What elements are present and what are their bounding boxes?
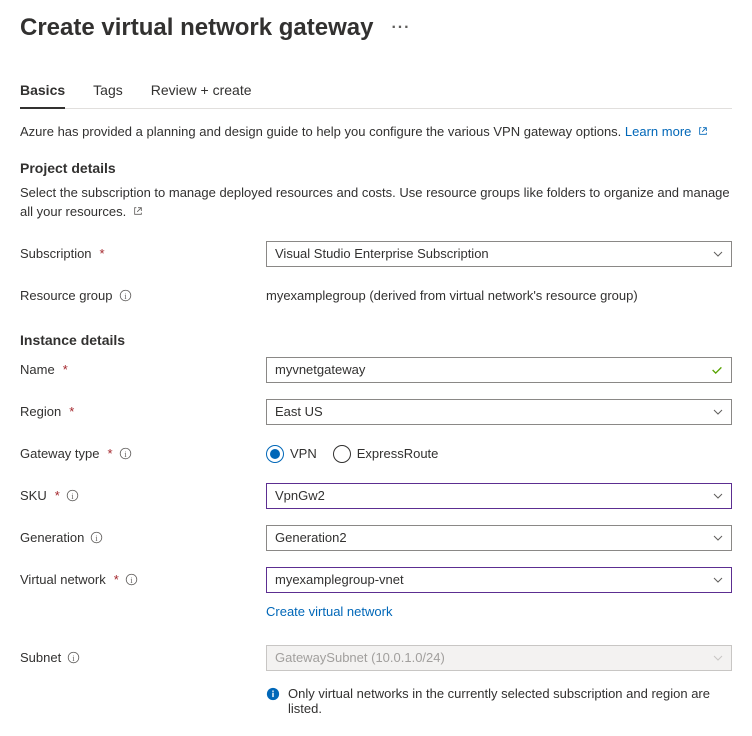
svg-text:i: i — [124, 292, 127, 301]
info-icon[interactable]: i — [119, 447, 132, 460]
svg-text:i: i — [73, 654, 76, 663]
virtual-network-select[interactable] — [266, 567, 732, 593]
info-icon[interactable]: i — [67, 651, 80, 664]
vnet-note: Only virtual networks in the currently s… — [266, 686, 732, 716]
region-label: Region* — [20, 404, 266, 419]
project-details-desc: Select the subscription to manage deploy… — [20, 184, 732, 222]
svg-text:i: i — [130, 576, 133, 585]
info-icon[interactable]: i — [90, 531, 103, 544]
svg-text:i: i — [71, 492, 74, 501]
resource-group-value: myexamplegroup (derived from virtual net… — [266, 288, 732, 303]
learn-more-link[interactable]: Learn more — [625, 124, 708, 139]
subscription-select[interactable] — [266, 241, 732, 267]
resource-group-label: Resource group i — [20, 288, 266, 303]
sku-label: SKU* i — [20, 488, 266, 503]
page-title: Create virtual network gateway ··· — [20, 14, 732, 42]
name-label: Name* — [20, 362, 266, 377]
info-icon[interactable]: i — [66, 489, 79, 502]
gateway-type-vpn-radio[interactable]: VPN — [266, 445, 317, 463]
virtual-network-label: Virtual network* i — [20, 572, 266, 587]
vnet-note-text: Only virtual networks in the currently s… — [288, 686, 732, 716]
gateway-type-expressroute-radio[interactable]: ExpressRoute — [333, 445, 439, 463]
external-link-icon[interactable] — [133, 206, 143, 216]
external-link-icon — [698, 126, 708, 136]
intro-text: Azure has provided a planning and design… — [20, 123, 732, 142]
subnet-select — [266, 645, 732, 671]
svg-text:i: i — [124, 450, 127, 459]
tab-review-create[interactable]: Review + create — [151, 76, 252, 108]
tabs: Basics Tags Review + create — [20, 76, 732, 109]
sku-select[interactable] — [266, 483, 732, 509]
more-actions-button[interactable]: ··· — [391, 19, 410, 37]
section-instance-details-title: Instance details — [20, 332, 732, 348]
info-icon — [266, 687, 280, 701]
name-input[interactable] — [266, 357, 732, 383]
gateway-type-radiogroup: VPN ExpressRoute — [266, 445, 732, 463]
info-icon[interactable]: i — [125, 573, 138, 586]
tab-basics[interactable]: Basics — [20, 76, 65, 108]
radio-label: VPN — [290, 446, 317, 461]
section-project-details-title: Project details — [20, 160, 732, 176]
page-title-text: Create virtual network gateway — [20, 14, 373, 42]
create-virtual-network-link[interactable]: Create virtual network — [266, 604, 392, 619]
generation-label: Generation i — [20, 530, 266, 545]
radio-label: ExpressRoute — [357, 446, 439, 461]
svg-text:i: i — [96, 534, 99, 543]
gateway-type-label: Gateway type* i — [20, 446, 266, 461]
generation-select[interactable] — [266, 525, 732, 551]
tab-tags[interactable]: Tags — [93, 76, 123, 108]
subnet-label: Subnet i — [20, 650, 266, 665]
info-icon[interactable]: i — [119, 289, 132, 302]
subscription-label: Subscription* — [20, 246, 266, 261]
region-select[interactable] — [266, 399, 732, 425]
